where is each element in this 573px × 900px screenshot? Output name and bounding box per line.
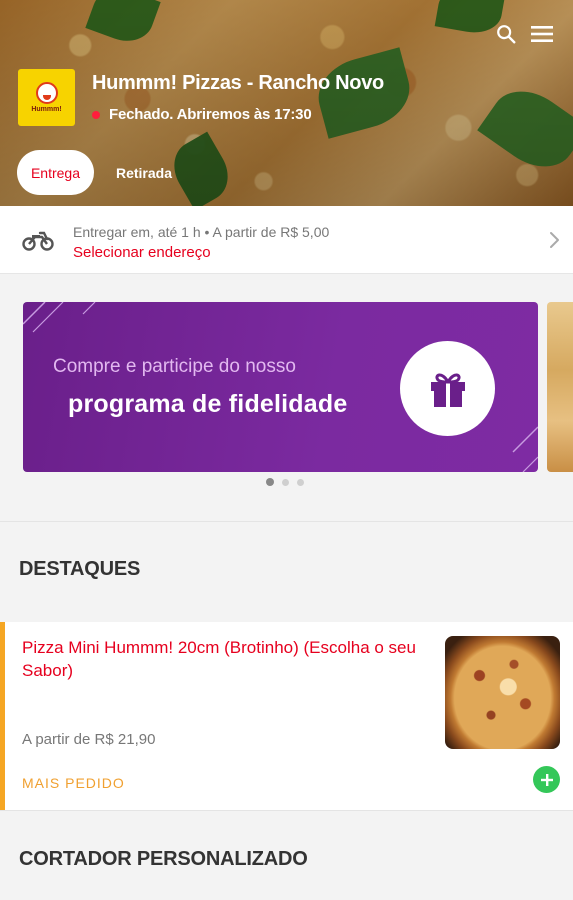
logo-text: Hummm! bbox=[31, 106, 62, 113]
status-text: Fechado. Abriremos às 17:30 bbox=[109, 106, 312, 123]
basil-leaf-decoration bbox=[85, 0, 161, 50]
delivery-info: Entregar em, até 1 h • A partir de R$ 5,… bbox=[73, 224, 330, 240]
tab-entrega[interactable]: Entrega bbox=[17, 150, 94, 195]
next-banner-preview[interactable] bbox=[547, 302, 573, 472]
motorcycle-icon bbox=[22, 231, 54, 251]
closed-status-dot bbox=[92, 110, 100, 119]
plus-icon bbox=[540, 773, 553, 786]
product-image bbox=[445, 636, 560, 749]
banner-subtitle: Compre e participe do nosso bbox=[53, 356, 296, 377]
store-status: Fechado. Abriremos às 17:30 bbox=[92, 106, 312, 123]
gift-badge bbox=[400, 341, 495, 436]
tab-retirada[interactable]: Retirada bbox=[104, 150, 184, 195]
section-title-destaques: DESTAQUES bbox=[19, 558, 141, 580]
select-address-link[interactable]: Selecionar endereço bbox=[73, 244, 211, 261]
loyalty-program-banner[interactable]: Compre e participe do nosso programa de … bbox=[23, 302, 538, 472]
store-name: Hummm! Pizzas - Rancho Novo bbox=[92, 72, 384, 94]
carousel-pagination bbox=[266, 478, 304, 486]
section-divider bbox=[0, 810, 573, 811]
most-ordered-tag: MAIS PEDIDO bbox=[22, 775, 125, 791]
store-logo: Hummm! bbox=[18, 69, 75, 126]
logo-mascot-icon bbox=[35, 82, 58, 104]
product-price: A partir de R$ 21,90 bbox=[22, 731, 156, 748]
hamburger-menu-icon bbox=[531, 26, 553, 42]
gift-icon bbox=[430, 373, 465, 407]
search-icon bbox=[497, 25, 516, 44]
basil-leaf-decoration bbox=[477, 76, 573, 182]
pagination-dot-active[interactable] bbox=[266, 478, 274, 486]
store-header: Hummm! Hummm! Pizzas - Rancho Novo Fecha… bbox=[0, 0, 573, 206]
pagination-dot[interactable] bbox=[297, 478, 304, 486]
search-button[interactable] bbox=[492, 20, 520, 48]
delivery-address-bar[interactable] bbox=[0, 206, 573, 274]
banner-title: programa de fidelidade bbox=[68, 390, 348, 418]
pagination-dot[interactable] bbox=[282, 478, 289, 486]
add-to-cart-button[interactable] bbox=[533, 766, 560, 793]
section-title-cortador: CORTADOR PERSONALIZADO bbox=[19, 848, 308, 870]
product-name: Pizza Mini Hummm! 20cm (Brotinho) (Escol… bbox=[22, 638, 416, 680]
chevron-right-icon bbox=[550, 232, 559, 248]
menu-button[interactable] bbox=[528, 20, 556, 48]
